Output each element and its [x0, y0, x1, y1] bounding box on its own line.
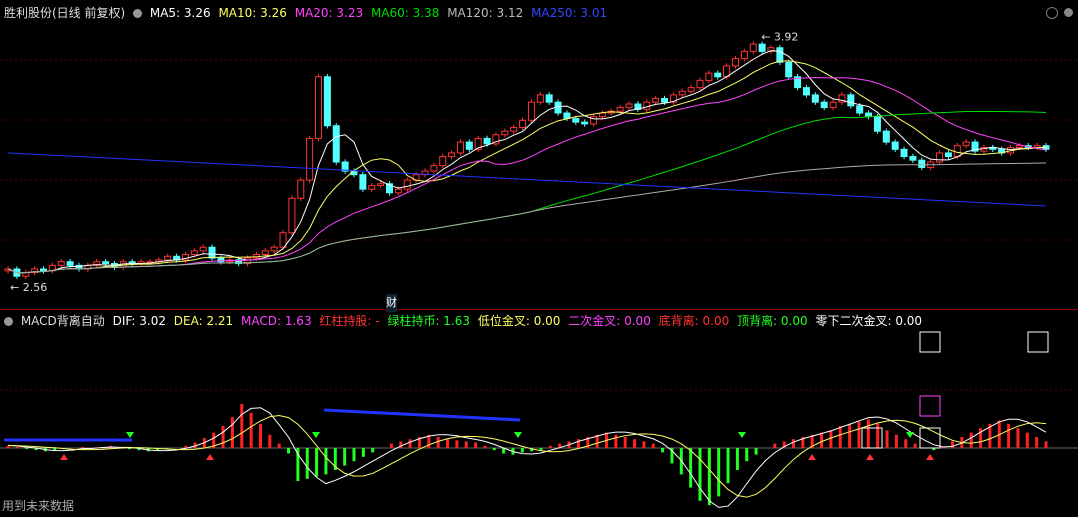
ma10-line	[7, 60, 1047, 274]
candle-body	[199, 246, 207, 252]
finance-marker[interactable]: 财	[386, 294, 397, 312]
candle-body	[749, 43, 757, 52]
up-arrow-icon	[866, 454, 874, 460]
candle-body	[918, 159, 926, 168]
candle-body	[891, 141, 899, 150]
down-arrow-icon	[906, 432, 914, 438]
candle-body	[572, 117, 580, 123]
candle-body	[714, 72, 722, 78]
candle-body	[359, 174, 367, 190]
candle-body	[332, 125, 340, 163]
candle-body	[377, 183, 385, 187]
candle-body	[501, 130, 509, 136]
candle-body	[57, 261, 65, 266]
divergence-line	[323, 408, 521, 422]
candle-body	[439, 156, 447, 167]
candle-body	[740, 50, 748, 60]
candle-body	[297, 179, 305, 199]
high-price-label: ← 3.92	[761, 31, 798, 44]
candle-body	[652, 98, 660, 103]
candle-body	[625, 103, 633, 109]
signal-box	[919, 331, 941, 353]
candle-body	[368, 185, 376, 190]
candle-body	[678, 90, 686, 96]
low-price-label: ← 2.56	[10, 281, 47, 294]
candle-body	[776, 47, 784, 63]
ma5-line	[7, 50, 1047, 274]
candle-body	[953, 145, 961, 158]
up-arrow-icon	[926, 454, 934, 460]
candle-body	[190, 250, 198, 255]
up-arrow-icon	[808, 454, 816, 460]
candle-body	[598, 112, 606, 118]
ma20-line	[7, 76, 1047, 274]
candle-body	[687, 87, 695, 92]
candle-body	[545, 94, 553, 103]
candle-body	[856, 105, 864, 114]
candle-body	[909, 156, 917, 161]
candle-body	[22, 272, 30, 277]
down-arrow-icon	[312, 432, 320, 438]
candle-body	[811, 94, 819, 103]
candle-body	[39, 268, 47, 272]
candle-body	[882, 130, 890, 143]
candle-body	[661, 98, 669, 103]
candle-body	[847, 94, 855, 107]
candle-body	[563, 112, 571, 119]
signal-box	[1027, 331, 1049, 353]
footer-note: 用到未来数据	[2, 499, 75, 513]
candle-body	[510, 127, 518, 132]
candle-body	[758, 43, 766, 52]
candle-body	[873, 116, 881, 132]
candle-body	[315, 76, 323, 139]
candle-body	[403, 179, 411, 190]
candle-body	[820, 101, 828, 109]
candle-body	[394, 188, 402, 194]
candle-body	[208, 246, 216, 259]
candle-body	[288, 197, 296, 234]
chart-canvas: ← 3.92 ← 2.56	[0, 31, 1078, 508]
candle-body	[785, 61, 793, 78]
candle-body	[581, 121, 589, 125]
candle-body	[962, 141, 970, 147]
dea-line	[7, 414, 1047, 498]
candle-body	[616, 107, 624, 112]
down-arrow-icon	[738, 432, 746, 438]
signal-box	[919, 395, 941, 417]
candle-body	[829, 101, 837, 109]
down-arrow-icon	[514, 432, 522, 438]
candle-body	[164, 255, 172, 261]
ma60-line	[7, 110, 1047, 274]
candle-body	[430, 165, 438, 172]
down-arrow-icon	[126, 432, 134, 438]
candle-body	[323, 76, 331, 127]
candle-body	[465, 141, 473, 150]
candle-body	[261, 250, 269, 255]
candle-body	[802, 87, 810, 96]
candle-body	[527, 101, 535, 121]
candle-body	[483, 137, 491, 145]
candle-body	[519, 119, 527, 129]
candle-body	[1015, 145, 1023, 148]
candle-body	[944, 152, 952, 158]
candle-body	[696, 79, 704, 89]
candle-body	[306, 137, 314, 181]
ma250-line	[7, 152, 1047, 207]
candle-body	[536, 94, 544, 103]
up-arrow-icon	[60, 454, 68, 460]
candle-body	[900, 148, 908, 158]
candle-body	[705, 72, 713, 81]
candle-body	[936, 152, 944, 163]
candle-body	[270, 246, 278, 252]
candle-body	[66, 261, 74, 266]
up-arrow-icon	[206, 454, 214, 460]
dif-line	[7, 407, 1047, 508]
candle-body	[102, 261, 110, 265]
candle-body	[731, 58, 739, 67]
candle-body	[448, 152, 456, 158]
candle-body	[456, 141, 464, 154]
